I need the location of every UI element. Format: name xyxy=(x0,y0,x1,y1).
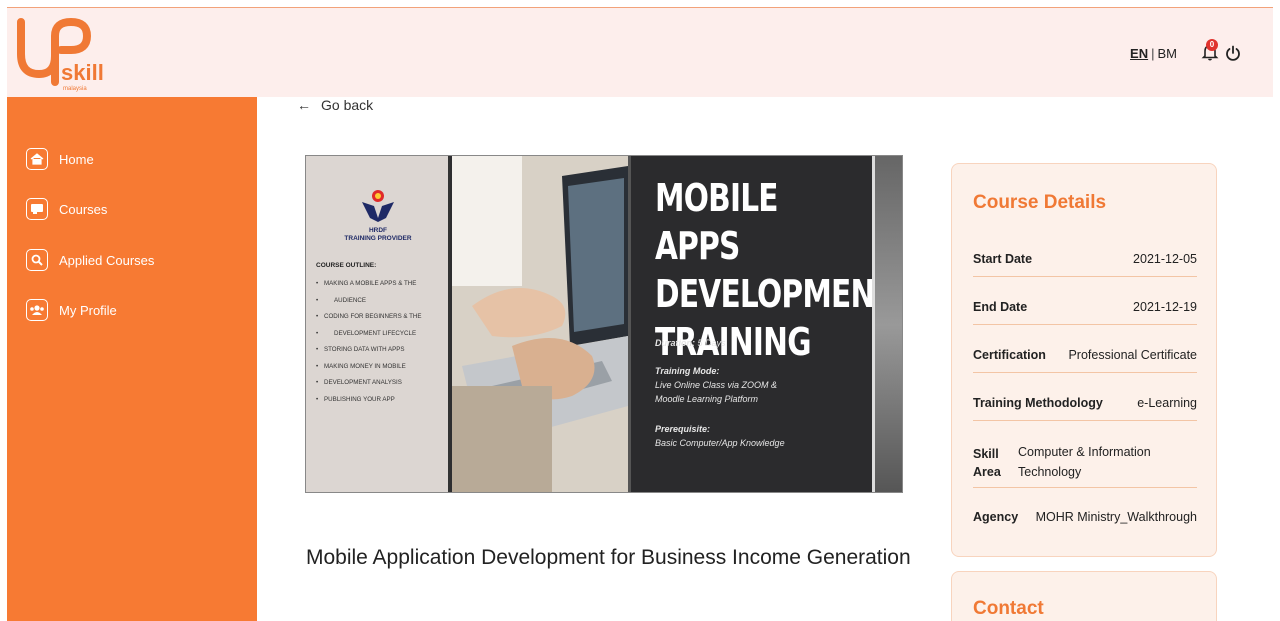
top-header: skill malaysia EN | BM 0 xyxy=(7,7,1273,97)
detail-row-skill-area: Skill Area Computer & Information Techno… xyxy=(973,440,1197,488)
list-item: MAKING A MOBILE APPS & THE xyxy=(316,276,446,293)
detail-key-line: Area xyxy=(973,465,1001,479)
card-title: Course Details xyxy=(973,192,1107,213)
detail-value: Computer & Information Technology xyxy=(1018,442,1151,482)
svg-text:skill: skill xyxy=(61,60,104,85)
detail-key: Agency xyxy=(973,510,1019,524)
list-item: DEVELOPMENT LIFECYCLE xyxy=(316,326,446,343)
banner-right-strip xyxy=(872,156,902,492)
banner-outline-panel: HRDF TRAINING PROVIDER COURSE OUTLINE: M… xyxy=(306,156,450,492)
detail-value: MOHR Ministry_Walkthrough xyxy=(1035,510,1197,524)
upskill-logo[interactable]: skill malaysia xyxy=(15,14,115,94)
outline-heading: COURSE OUTLINE: xyxy=(316,262,377,269)
detail-key: Certification xyxy=(973,348,1046,362)
course-title: Mobile Application Development for Busin… xyxy=(306,546,911,569)
banner-title-line: DEVELOPMENT xyxy=(655,272,895,316)
banner-title-line: MOBILE APPS xyxy=(655,176,779,268)
courses-icon xyxy=(26,198,48,220)
detail-value: e-Learning xyxy=(1137,396,1197,410)
banner-training-mode: Training Mode: Live Online Class via ZOO… xyxy=(655,364,777,406)
list-item: AUDIENCE xyxy=(316,293,446,310)
detail-row-training-methodology: Training Methodology e-Learning xyxy=(973,392,1197,421)
sidebar-item-label: Courses xyxy=(59,201,108,217)
profile-icon xyxy=(26,299,48,321)
card-title: Contact xyxy=(973,598,1044,619)
notification-badge: 0 xyxy=(1206,39,1218,51)
detail-key: Skill Area xyxy=(973,445,1001,481)
detail-value: 2021-12-19 xyxy=(1133,300,1197,314)
prereq-label: Prerequisite: xyxy=(655,424,711,434)
detail-value: Professional Certificate xyxy=(1068,348,1197,362)
outline-list: MAKING A MOBILE APPS & THE AUDIENCE CODI… xyxy=(316,276,446,408)
list-item: MAKING MONEY IN MOBILE xyxy=(316,359,446,376)
duration-value: 5 Days xyxy=(697,338,726,348)
list-item: PUBLISHING YOUR APP xyxy=(316,392,446,409)
detail-key: End Date xyxy=(973,300,1028,314)
sidebar-item-courses[interactable]: Courses xyxy=(26,197,107,221)
sidebar-item-applied-courses[interactable]: Applied Courses xyxy=(26,248,154,272)
detail-row-agency: Agency MOHR Ministry_Walkthrough xyxy=(973,508,1197,532)
list-item: CODING FOR BEGINNERS & THE xyxy=(316,309,446,326)
lang-bm-link[interactable]: BM xyxy=(1158,46,1178,61)
detail-value: 2021-12-05 xyxy=(1133,252,1197,266)
sidebar-item-label: Applied Courses xyxy=(59,252,155,268)
banner-duration: Duration: 5 Days xyxy=(655,336,726,350)
course-details-card: Course Details Start Date 2021-12-05 End… xyxy=(951,163,1217,557)
contact-card: Contact xyxy=(951,571,1217,621)
banner-prerequisite: Prerequisite: Basic Computer/App Knowled… xyxy=(655,422,785,450)
hrdf-logo: HRDF TRAINING PROVIDER xyxy=(336,188,420,243)
detail-key: Training Methodology xyxy=(973,396,1103,410)
go-back-link[interactable]: ← Go back xyxy=(297,97,373,113)
course-banner-image: HRDF TRAINING PROVIDER COURSE OUTLINE: M… xyxy=(305,155,903,493)
sidebar-item-my-profile[interactable]: My Profile xyxy=(26,298,117,322)
go-back-label: Go back xyxy=(321,97,374,113)
hrdf-label: HRDF xyxy=(368,227,388,234)
sidebar-item-label: My Profile xyxy=(59,302,117,318)
detail-row-start-date: Start Date 2021-12-05 xyxy=(973,248,1197,277)
laptop-photo xyxy=(452,156,628,492)
sidebar-item-label: Home xyxy=(59,151,94,167)
detail-row-certification: Certification Professional Certificate xyxy=(973,344,1197,373)
lang-en-link[interactable]: EN xyxy=(1130,46,1148,61)
list-item: DEVELOPMENT ANALYSIS xyxy=(316,375,446,392)
home-icon xyxy=(26,148,48,170)
mode-value-line: Moodle Learning Platform xyxy=(655,394,759,404)
duration-label: Duration: xyxy=(655,338,695,348)
power-icon[interactable] xyxy=(1225,45,1241,61)
mode-value-line: Live Online Class via ZOOM & xyxy=(655,380,778,390)
main-content: ← Go back HRDF TRAINING PROVIDER COURSE … xyxy=(257,97,1273,621)
mode-label: Training Mode: xyxy=(655,366,720,376)
detail-key: Start Date xyxy=(973,252,1033,266)
prereq-value: Basic Computer/App Knowledge xyxy=(655,438,785,448)
detail-row-end-date: End Date 2021-12-19 xyxy=(973,296,1197,325)
sidebar: Home Courses Applied Courses My Profile xyxy=(7,97,257,621)
search-icon xyxy=(26,249,48,271)
detail-value-line: Computer & Information xyxy=(1018,445,1151,459)
detail-value-line: Technology xyxy=(1018,465,1082,479)
detail-key-line: Skill xyxy=(973,447,999,461)
svg-text:malaysia: malaysia xyxy=(63,86,87,92)
hrdf-sub-label: TRAINING PROVIDER xyxy=(344,235,412,242)
sidebar-item-home[interactable]: Home xyxy=(26,147,94,171)
arrow-left-icon: ← xyxy=(297,97,311,113)
language-switcher: EN | BM xyxy=(1130,46,1177,61)
banner-title-panel: MOBILE APPS DEVELOPMENT TRAINING Duratio… xyxy=(628,156,895,492)
app-frame: skill malaysia EN | BM 0 Home Courses Ap… xyxy=(0,0,1280,621)
list-item: STORING DATA WITH APPS xyxy=(316,342,446,359)
